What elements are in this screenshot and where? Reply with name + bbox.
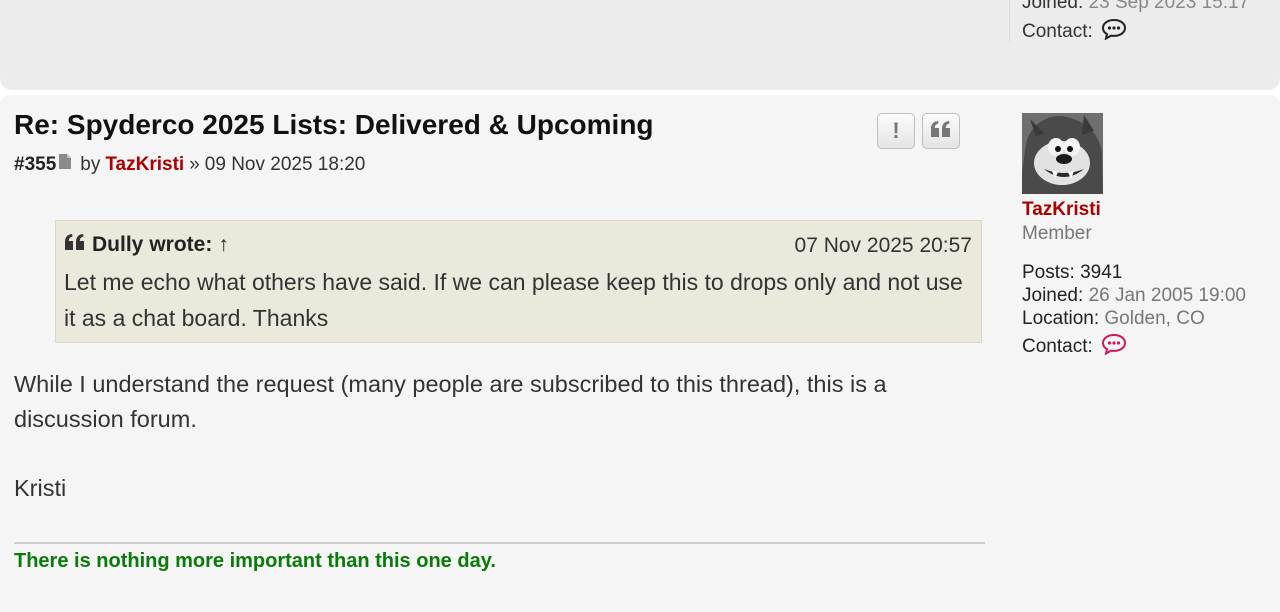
quote-block: Dully wrote: ↑ 07 Nov 2025 20:57 Let me … xyxy=(55,220,982,343)
profile-joined-value: 26 Jan 2005 19:00 xyxy=(1088,285,1246,306)
user-signature: There is nothing more important than thi… xyxy=(14,550,496,572)
profile-joined-label: Joined: xyxy=(1022,285,1084,306)
profile-location-value: Golden, CO xyxy=(1104,308,1205,329)
report-button[interactable]: ! xyxy=(877,113,915,149)
chat-bubble-icon[interactable] xyxy=(1101,18,1127,46)
previous-post-joined: Joined: 23 Sep 2023 15:17 xyxy=(1022,0,1249,14)
profile-contact-label: Contact: xyxy=(1022,336,1093,357)
quote-wrote-label: wrote: xyxy=(149,233,213,256)
profile-posts: Posts: 3941 xyxy=(1022,262,1122,284)
quote-author: Dully xyxy=(92,233,144,256)
previous-post: Joined: 23 Sep 2023 15:17 Contact: xyxy=(0,0,1280,90)
profile-location-label: Location: xyxy=(1022,308,1100,329)
avatar[interactable] xyxy=(1022,113,1103,194)
previous-joined-label: Joined: xyxy=(1022,0,1084,13)
profile-contact: Contact: xyxy=(1022,333,1127,361)
post-author-link[interactable]: TazKristi xyxy=(105,154,184,176)
quote-icon xyxy=(930,118,952,144)
chat-bubble-icon[interactable] xyxy=(1101,333,1127,361)
post-meta: #355 by TazKristi » 09 Nov 2025 18:20 xyxy=(14,153,365,176)
quote-button[interactable] xyxy=(922,113,960,149)
post-number-link[interactable]: #355 xyxy=(14,154,56,176)
previous-post-contact: Contact: xyxy=(1022,18,1127,46)
profile-joined: Joined: 26 Jan 2005 19:00 xyxy=(1022,285,1246,307)
forum-post: Re: Spyderco 2025 Lists: Delivered & Upc… xyxy=(0,95,1280,612)
quote-date: 07 Nov 2025 20:57 xyxy=(794,234,972,257)
post-signoff: Kristi xyxy=(14,475,67,501)
post-body: While I understand the request (many peo… xyxy=(14,367,974,437)
post-title[interactable]: Re: Spyderco 2025 Lists: Delivered & Upc… xyxy=(14,109,654,141)
report-icon: ! xyxy=(892,118,900,143)
quote-mark-icon xyxy=(64,233,86,257)
profile-rank: Member xyxy=(1022,223,1092,244)
post-by-label: by xyxy=(80,153,101,175)
profile-posts-label: Posts: xyxy=(1022,262,1075,283)
previous-post-divider xyxy=(1009,0,1010,42)
profile-username-link[interactable]: TazKristi xyxy=(1022,199,1101,221)
post-file-icon[interactable] xyxy=(58,153,72,176)
up-arrow-icon[interactable]: ↑ xyxy=(218,233,229,257)
previous-contact-label: Contact: xyxy=(1022,21,1093,42)
previous-joined-value: 23 Sep 2023 15:17 xyxy=(1088,0,1250,13)
profile-posts-value[interactable]: 3941 xyxy=(1080,262,1122,283)
post-datetime: 09 Nov 2025 18:20 xyxy=(204,153,366,175)
signature-divider xyxy=(14,542,985,544)
profile-location: Location: Golden, CO xyxy=(1022,308,1205,330)
post-separator: » xyxy=(189,153,200,175)
quote-text: Let me echo what others have said. If we… xyxy=(64,269,963,331)
quote-header: Dully wrote: ↑ xyxy=(64,233,229,257)
post-body-paragraph: While I understand the request (many peo… xyxy=(14,371,887,432)
